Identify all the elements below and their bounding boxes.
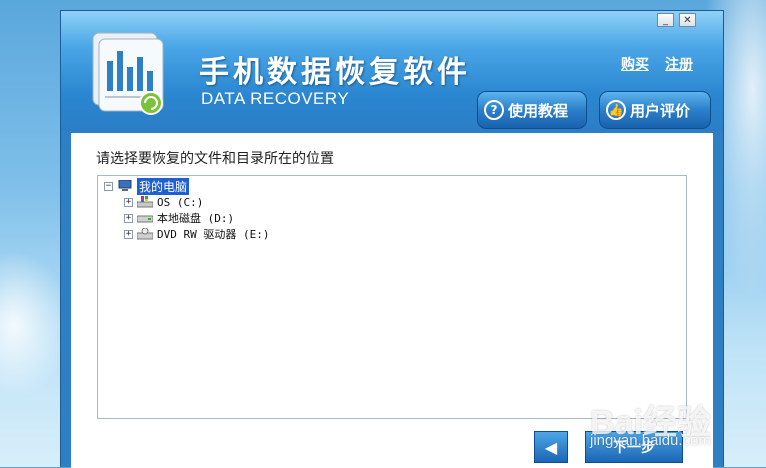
dvd-drive-icon [137, 228, 153, 240]
close-button[interactable]: ✕ [679, 13, 696, 27]
thumbs-up-icon: 👍 [606, 100, 626, 120]
tree-node-my-computer[interactable]: − 我的电脑 [104, 177, 190, 195]
tree-node-label: 我的电脑 [137, 177, 190, 195]
tree-node-drive-d[interactable]: + 本地磁盘 (D:) [124, 210, 234, 226]
header-banner: _ ✕ 手机数据恢复软件 DATA RECOVERY 购买 注册 ? 使用教程 … [61, 11, 723, 131]
drive-tree[interactable]: − 我的电脑 + OS (C:) + 本地磁盘 (D:) + DVD RW 驱动… [97, 175, 687, 419]
back-arrow-icon: ◀ [544, 437, 558, 457]
location-prompt: 请选择要恢复的文件和目录所在的位置 [96, 151, 334, 167]
watermark-url: jingyan.baidu.com [590, 432, 711, 449]
back-button[interactable]: ◀ [534, 431, 568, 463]
help-tutorial-label: 使用教程 [508, 101, 569, 120]
register-link[interactable]: 注册 [665, 54, 693, 74]
app-subtitle: DATA RECOVERY [201, 89, 350, 108]
tree-node-label: DVD RW 驱动器 (E:) [157, 228, 270, 241]
minimize-button[interactable]: _ [657, 13, 674, 27]
app-logo-icon [92, 32, 164, 115]
windows-drive-icon [137, 196, 153, 208]
tree-node-drive-c[interactable]: + OS (C:) [124, 194, 203, 210]
tree-expander[interactable]: − [104, 181, 113, 191]
app-title: 手机数据恢复软件 [199, 55, 471, 90]
question-circle-icon: ? [484, 100, 504, 120]
user-review-label: 用户评价 [630, 101, 691, 120]
tree-expander[interactable]: + [124, 229, 133, 239]
help-tutorial-button[interactable]: ? 使用教程 [477, 91, 587, 129]
tree-expander[interactable]: + [124, 213, 133, 223]
hard-drive-icon [137, 215, 153, 223]
tree-node-label: 本地磁盘 (D:) [157, 212, 235, 225]
computer-icon [118, 180, 132, 191]
tree-node-drive-e[interactable]: + DVD RW 驱动器 (E:) [124, 226, 269, 242]
user-review-button[interactable]: 👍 用户评价 [599, 91, 711, 129]
tree-expander[interactable]: + [124, 197, 133, 207]
buy-link[interactable]: 购买 [621, 54, 649, 74]
tree-node-label: OS (C:) [157, 195, 204, 209]
